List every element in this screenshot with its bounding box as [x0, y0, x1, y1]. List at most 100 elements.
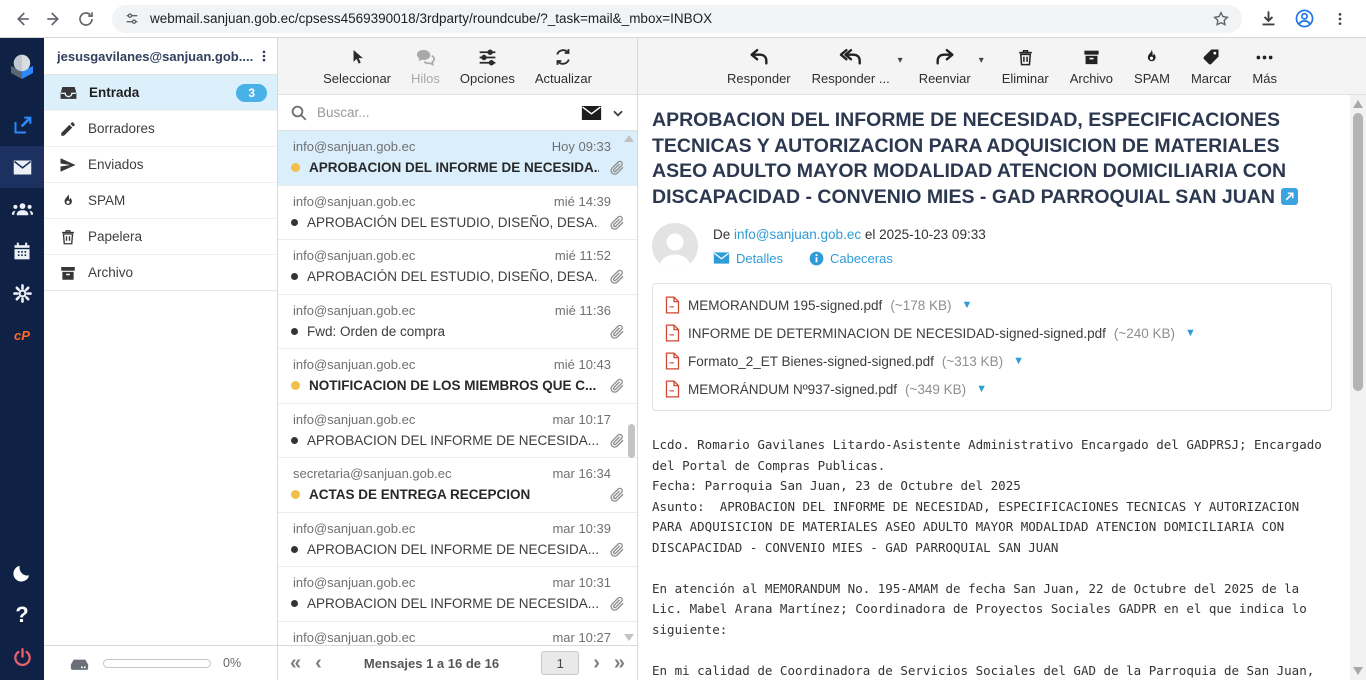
message-row-sender: info@sanjuan.gob.ec	[293, 630, 415, 645]
search-input[interactable]	[317, 105, 572, 120]
select-label: Seleccionar	[323, 71, 391, 86]
attachment-menu-caret-icon[interactable]: ▼	[1185, 327, 1196, 339]
attachment-row[interactable]: INFORME DE DETERMINACION DE NECESIDAD-si…	[665, 319, 1319, 347]
site-settings-icon[interactable]	[124, 11, 140, 27]
list-scroll-up-icon[interactable]	[624, 135, 634, 142]
page-number-input[interactable]	[541, 651, 579, 675]
message-list-item[interactable]: info@sanjuan.gob.ec mar 10:17 APROBACION…	[278, 404, 637, 459]
folder-spam[interactable]: SPAM	[44, 183, 277, 219]
scroll-down-icon[interactable]	[1353, 667, 1363, 675]
help-button[interactable]: ?	[0, 594, 44, 636]
last-page-button[interactable]: »	[614, 653, 625, 673]
profile-button[interactable]	[1288, 3, 1320, 35]
message-row-sender: info@sanjuan.gob.ec	[293, 139, 415, 154]
options-button[interactable]: Opciones	[458, 46, 517, 86]
attachment-menu-caret-icon[interactable]: ▼	[976, 383, 987, 395]
message-list-item[interactable]: info@sanjuan.gob.ec mar 10:31 APROBACION…	[278, 567, 637, 622]
mark-button[interactable]: Marcar	[1189, 46, 1233, 86]
folder-label: Archivo	[88, 265, 133, 280]
attachment-size: (~313 KB)	[942, 354, 1003, 369]
options-label: Opciones	[460, 71, 515, 86]
reply-button[interactable]: Responder	[725, 46, 793, 86]
attachment-name[interactable]: MEMORÁNDUM Nº937-signed.pdf	[688, 382, 897, 397]
scrollbar-thumb[interactable]	[1353, 113, 1363, 391]
message-list-item[interactable]: secretaria@sanjuan.gob.ec mar 16:34 ACTA…	[278, 458, 637, 513]
attachment-row[interactable]: MEMORÁNDUM Nº937-signed.pdf (~349 KB) ▼	[665, 375, 1319, 403]
message-list-item[interactable]: info@sanjuan.gob.ec mié 14:39 APROBACIÓN…	[278, 186, 637, 241]
message-list-item[interactable]: info@sanjuan.gob.ec mié 11:52 APROBACIÓN…	[278, 240, 637, 295]
folder-inbox[interactable]: Entrada 3	[44, 75, 277, 111]
from-label: De	[713, 227, 730, 242]
sender-email-link[interactable]: info@sanjuan.gob.ec	[734, 227, 861, 242]
search-scope-envelope-icon[interactable]	[581, 104, 602, 122]
message-row-sender: info@sanjuan.gob.ec	[293, 575, 415, 590]
attachment-row[interactable]: Formato_2_ET Bienes-signed-signed.pdf (~…	[665, 347, 1319, 375]
first-page-button[interactable]: «	[290, 653, 301, 673]
account-menu-icon[interactable]	[257, 48, 271, 64]
compose-button[interactable]	[0, 104, 44, 146]
read-status-dot	[291, 437, 298, 444]
mail-nav-button[interactable]	[0, 146, 44, 188]
cpanel-button[interactable]: cP	[0, 314, 44, 356]
archive-button[interactable]: Archivo	[1068, 46, 1115, 86]
attachment-name[interactable]: INFORME DE DETERMINACION DE NECESIDAD-si…	[688, 326, 1106, 341]
list-scroll-down-icon[interactable]	[624, 634, 634, 641]
message-row-date: mar 16:34	[552, 466, 611, 481]
message-list-item[interactable]: info@sanjuan.gob.ec mar 10:27	[278, 622, 637, 646]
prev-page-button[interactable]: ‹	[315, 653, 322, 673]
message-list-item[interactable]: info@sanjuan.gob.ec Hoy 09:33 APROBACION…	[278, 131, 637, 186]
external-link-icon[interactable]	[1281, 188, 1298, 205]
threads-button[interactable]: Hilos	[409, 46, 442, 86]
search-options-chevron-icon[interactable]	[611, 106, 625, 120]
date-connector: el	[865, 227, 876, 242]
downloads-button[interactable]	[1252, 3, 1284, 35]
settings-nav-button[interactable]	[0, 272, 44, 314]
calendar-nav-button[interactable]	[0, 230, 44, 272]
dark-mode-button[interactable]	[0, 552, 44, 594]
folder-archive[interactable]: Archivo	[44, 255, 277, 291]
logout-button[interactable]	[0, 636, 44, 678]
next-page-button[interactable]: ›	[593, 653, 600, 673]
scroll-up-icon[interactable]	[1353, 100, 1363, 108]
attachment-menu-caret-icon[interactable]: ▼	[962, 299, 973, 311]
sender-avatar	[652, 223, 698, 269]
attachment-row[interactable]: MEMORANDUM 195-signed.pdf (~178 KB) ▼	[665, 291, 1319, 319]
attachment-name[interactable]: MEMORANDUM 195-signed.pdf	[688, 298, 882, 313]
attachment-menu-caret-icon[interactable]: ▼	[1013, 355, 1024, 367]
reply-all-caret-icon[interactable]: ▾	[898, 55, 903, 66]
reload-button[interactable]	[70, 3, 102, 35]
pagination-label: Mensajes 1 a 16 de 16	[336, 656, 527, 671]
contacts-nav-button[interactable]	[0, 188, 44, 230]
paperclip-icon	[608, 595, 625, 612]
message-row-date: mar 10:39	[552, 521, 611, 536]
message-list-item[interactable]: info@sanjuan.gob.ec mar 10:39 APROBACION…	[278, 513, 637, 568]
message-row-date: mar 10:27	[552, 630, 611, 645]
list-scrollbar-thumb[interactable]	[628, 424, 635, 458]
bookmark-star-icon[interactable]	[1212, 10, 1230, 28]
reply-all-button[interactable]: Responder ... ▾	[810, 46, 892, 86]
message-list-item[interactable]: info@sanjuan.gob.ec mié 11:36 Fwd: Orden…	[278, 295, 637, 350]
forward-button[interactable]: Reenviar ▾	[917, 46, 973, 86]
headers-toggle[interactable]: Cabeceras	[809, 251, 893, 266]
browser-menu-button[interactable]	[1324, 3, 1356, 35]
address-bar[interactable]: webmail.sanjuan.gob.ec/cpsess4569390018/…	[112, 5, 1242, 33]
message-list-item[interactable]: info@sanjuan.gob.ec mié 10:43 NOTIFICACI…	[278, 349, 637, 404]
message-row-date: mar 10:31	[552, 575, 611, 590]
forward-caret-icon[interactable]: ▾	[979, 55, 984, 66]
back-button[interactable]	[6, 3, 38, 35]
more-button[interactable]: Más	[1250, 46, 1279, 86]
forward-button[interactable]	[38, 3, 70, 35]
spam-button[interactable]: SPAM	[1132, 46, 1172, 86]
reading-scrollbar[interactable]	[1350, 95, 1366, 680]
details-toggle[interactable]: Detalles	[713, 251, 783, 266]
message-list-panel: Seleccionar Hilos Opciones Actualizar	[278, 38, 638, 680]
folder-trash[interactable]: Papelera	[44, 219, 277, 255]
attachment-name[interactable]: Formato_2_ET Bienes-signed-signed.pdf	[688, 354, 934, 369]
refresh-button[interactable]: Actualizar	[533, 46, 594, 86]
folder-sent[interactable]: Enviados	[44, 147, 277, 183]
pagination-bar: « ‹ Mensajes 1 a 16 de 16 › »	[278, 645, 637, 680]
message-subject-heading: APROBACION DEL INFORME DE NECESIDAD, ESP…	[652, 108, 1300, 210]
folder-drafts[interactable]: Borradores	[44, 111, 277, 147]
delete-button[interactable]: Eliminar	[1000, 46, 1051, 86]
select-button[interactable]: Seleccionar	[321, 46, 393, 86]
